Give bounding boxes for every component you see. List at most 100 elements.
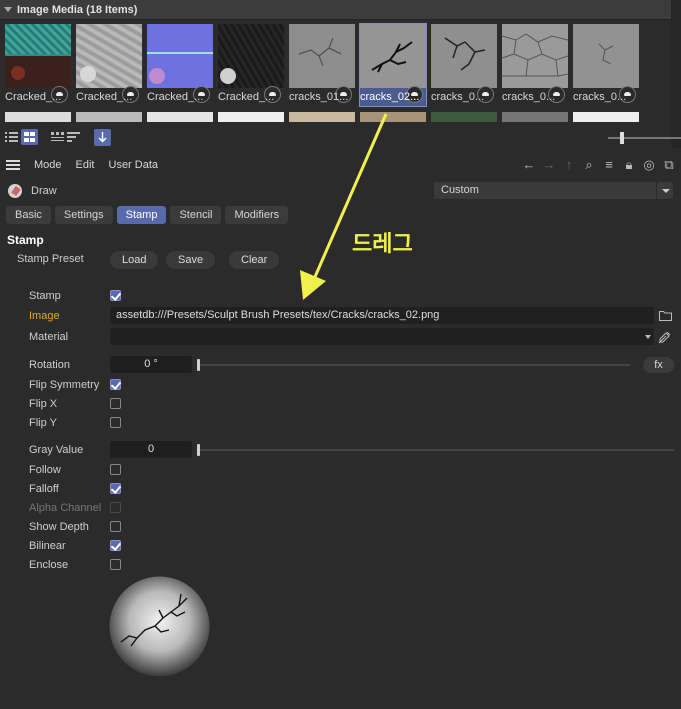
target-icon[interactable]: ◎ xyxy=(641,157,657,173)
nav-icons: ← → ↑ ⌕ ≡ 🔒︎ ◎ ⧉ xyxy=(521,157,677,173)
thumbnail-size-slider-knob[interactable] xyxy=(620,132,624,144)
alpha-channel-label: Alpha Channel xyxy=(29,502,102,514)
eyedropper-icon[interactable] xyxy=(657,329,673,345)
list-view-icon[interactable] xyxy=(5,131,18,143)
thumb-row2-6[interactable] xyxy=(360,112,426,122)
thumb-image xyxy=(218,24,284,88)
thumb-caption: Cracked_... xyxy=(5,91,62,103)
menu-edit[interactable]: Edit xyxy=(76,159,95,171)
thumb-row2-1[interactable] xyxy=(5,112,71,122)
draw-brush-icon xyxy=(8,184,22,198)
rotation-slider-knob[interactable] xyxy=(197,359,200,371)
media-thumbnail-grid: Cracked_... Cracked_... Cracked_... Crac… xyxy=(0,22,671,126)
forward-arrow-icon[interactable]: → xyxy=(541,157,557,173)
thumb-row2-8[interactable] xyxy=(502,112,568,122)
thumb-caption: cracks_01... xyxy=(289,91,349,103)
flip-symmetry-label: Flip Symmetry xyxy=(29,379,100,391)
fx-button[interactable]: fx xyxy=(643,357,674,373)
tab-stamp[interactable]: Stamp xyxy=(116,206,167,224)
image-label: Image xyxy=(29,310,60,322)
attribute-menubar: Mode Edit User Data ← → ↑ ⌕ ≡ 🔒︎ ◎ ⧉ xyxy=(0,154,681,176)
menu-mode[interactable]: Mode xyxy=(34,159,62,171)
media-thumb-2[interactable]: Cracked_... xyxy=(76,24,142,106)
falloff-checkbox[interactable] xyxy=(110,483,121,494)
bilinear-checkbox[interactable] xyxy=(110,540,121,551)
media-thumb-3[interactable]: Cracked_... xyxy=(147,24,213,106)
crack-pattern-icon xyxy=(502,33,568,77)
new-window-icon[interactable]: ⧉ xyxy=(661,157,677,173)
thumb-row2-3[interactable] xyxy=(147,112,213,122)
tab-modifiers[interactable]: Modifiers xyxy=(225,206,289,224)
rotation-label: Rotation xyxy=(29,359,70,371)
thumb-row2-5[interactable] xyxy=(289,112,355,122)
menu-user-data[interactable]: User Data xyxy=(109,159,159,171)
sort-icon[interactable] xyxy=(67,131,80,143)
download-button[interactable] xyxy=(94,129,111,146)
thumb-image xyxy=(147,24,213,88)
thumbnail-size-slider[interactable] xyxy=(608,137,681,139)
media-thumb-7[interactable]: cracks_0... xyxy=(431,24,497,106)
material-dropdown-arrow-icon[interactable] xyxy=(645,335,651,339)
filter-icon[interactable]: ≡ xyxy=(601,157,617,173)
back-arrow-icon[interactable]: ← xyxy=(521,157,537,173)
media-thumb-5[interactable]: cracks_01... xyxy=(289,24,355,106)
stamp-checkbox[interactable] xyxy=(110,290,121,301)
search-icon[interactable]: ⌕ xyxy=(581,157,597,173)
grid-view-icon xyxy=(24,132,35,142)
enclose-label: Enclose xyxy=(29,559,69,571)
flip-x-checkbox[interactable] xyxy=(110,398,121,409)
tab-stencil[interactable]: Stencil xyxy=(170,206,222,224)
material-field[interactable] xyxy=(110,328,654,345)
crack-pattern-icon xyxy=(598,43,614,65)
media-thumb-9[interactable]: cracks_0... xyxy=(573,24,639,106)
thumb-caption: cracks_0... xyxy=(431,91,485,103)
crack-pattern-icon xyxy=(444,37,486,71)
rotation-slider[interactable] xyxy=(197,359,630,371)
load-button[interactable]: Load xyxy=(110,251,159,269)
gray-value-slider-knob[interactable] xyxy=(197,444,200,456)
drag-annotation-text: 드레그 xyxy=(352,232,413,257)
grid-view-button[interactable] xyxy=(21,129,38,145)
media-thumb-6-selected[interactable]: cracks_02... xyxy=(359,23,427,107)
chevron-down-icon[interactable] xyxy=(656,182,673,199)
flip-y-checkbox[interactable] xyxy=(110,417,121,428)
grid-options-icon[interactable] xyxy=(51,131,64,143)
follow-checkbox[interactable] xyxy=(110,464,121,475)
thumb-row2-4[interactable] xyxy=(218,112,284,122)
media-thumb-1[interactable]: Cracked_... xyxy=(5,24,71,106)
alpha-channel-checkbox xyxy=(110,502,121,513)
object-label: Draw xyxy=(31,185,57,197)
thumb-row2-7[interactable] xyxy=(431,112,497,122)
follow-label: Follow xyxy=(29,464,61,476)
thumb-row2-2[interactable] xyxy=(76,112,142,122)
thumb-caption: Cracked_... xyxy=(147,91,204,103)
tab-bar: Basic Settings Stamp Stencil Modifiers xyxy=(6,206,289,225)
up-arrow-icon[interactable]: ↑ xyxy=(561,157,577,173)
tab-settings[interactable]: Settings xyxy=(54,206,113,224)
show-depth-label: Show Depth xyxy=(29,521,89,533)
tab-basic[interactable]: Basic xyxy=(6,206,51,224)
media-thumb-4[interactable]: Cracked_... xyxy=(218,24,284,106)
folder-icon[interactable] xyxy=(659,310,672,321)
gray-value-slider[interactable] xyxy=(197,444,674,456)
show-depth-checkbox[interactable] xyxy=(110,521,121,532)
flip-y-label: Flip Y xyxy=(29,417,57,429)
thumb-caption: cracks_02... xyxy=(360,91,420,103)
gray-value-input[interactable]: 0 xyxy=(110,441,192,458)
media-panel-header[interactable]: Image Media (18 Items) xyxy=(0,0,671,20)
section-title: Stamp xyxy=(7,233,44,247)
rotation-input[interactable]: 0 ° xyxy=(110,356,192,373)
clear-button[interactable]: Clear xyxy=(229,251,280,269)
enclose-checkbox[interactable] xyxy=(110,559,121,570)
preset-dropdown[interactable]: Custom xyxy=(433,181,674,200)
media-thumb-8[interactable]: cracks_0... xyxy=(502,24,568,106)
save-button[interactable]: Save xyxy=(166,251,216,269)
thumb-row2-9[interactable] xyxy=(573,112,639,122)
lock-icon[interactable]: 🔒︎ xyxy=(621,157,637,173)
collapse-triangle-icon[interactable] xyxy=(4,7,12,12)
material-label: Material xyxy=(29,331,69,343)
image-path-field[interactable]: assetdb:///Presets/Sculpt Brush Presets/… xyxy=(110,307,654,324)
hamburger-menu-icon[interactable] xyxy=(6,160,20,170)
flip-symmetry-checkbox[interactable] xyxy=(110,379,121,390)
download-arrow-icon xyxy=(98,132,107,143)
